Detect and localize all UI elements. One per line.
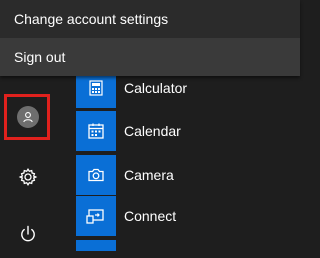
connect-icon xyxy=(86,209,104,224)
camera-tile xyxy=(76,155,116,195)
app-camera[interactable]: Camera xyxy=(76,155,300,195)
user-icon xyxy=(23,112,33,123)
calendar-icon xyxy=(88,123,104,139)
calendar-tile xyxy=(76,111,116,151)
sign-out-menu-item[interactable]: Sign out xyxy=(0,38,300,76)
camera-icon xyxy=(88,168,104,182)
app-calendar[interactable]: Calendar xyxy=(76,111,300,151)
change-account-settings-menu-item[interactable]: Change account settings xyxy=(0,0,300,38)
avatar xyxy=(17,106,39,128)
power-icon xyxy=(21,225,35,242)
app-label-camera: Camera xyxy=(124,167,174,183)
connect-tile xyxy=(76,196,116,236)
next-app-tile[interactable] xyxy=(76,240,116,251)
account-context-menu: Change account settings Sign out xyxy=(0,0,300,76)
calculator-icon xyxy=(89,80,103,96)
gear-icon xyxy=(18,167,38,187)
user-account-button[interactable] xyxy=(4,93,52,141)
app-label-connect: Connect xyxy=(124,208,177,224)
settings-button[interactable] xyxy=(4,153,52,201)
app-connect[interactable]: Connect xyxy=(76,196,300,236)
app-label-calendar: Calendar xyxy=(124,123,181,139)
